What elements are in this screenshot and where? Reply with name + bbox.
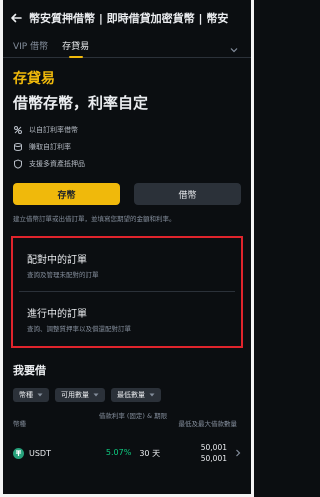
feature-item: 支援多資產抵押品	[13, 157, 241, 171]
loan-term: 30 天	[139, 448, 161, 458]
caret-down-icon	[37, 392, 43, 398]
caret-down-icon	[149, 392, 155, 398]
feature-text: 以自訂利率借幣	[29, 126, 78, 134]
table-header: 幣種 借款利率 (固定) & 期限 最低及最大借款數量	[3, 412, 251, 428]
interest-rate: 5.07%	[105, 447, 132, 457]
table-row[interactable]: USDT 5.07% 30 天 50,001 50,001	[3, 442, 251, 464]
deposit-button[interactable]: 存幣	[13, 183, 120, 205]
filter-label: 最低數量	[117, 391, 145, 399]
filter-bar: 幣種 可用數量 最低數量	[13, 388, 241, 402]
usdt-icon	[13, 447, 24, 459]
column-header-rate: 借款利率 (固定) & 期限	[98, 412, 168, 420]
back-arrow-icon[interactable]	[9, 11, 23, 25]
tab-vip-loan[interactable]: VIP 借幣	[13, 39, 48, 57]
filter-label: 幣種	[19, 391, 33, 399]
asset-name: USDT	[29, 448, 51, 458]
hero-section: 存貸易 借幣存幣，利率自定 以自訂利率借幣 賺取自訂利率 支援多資產抵押品	[3, 58, 251, 171]
min-amount: 50,001	[200, 443, 227, 452]
filter-available-amount[interactable]: 可用數量	[55, 388, 105, 402]
card-subtitle: 查詢及管理未配對的訂單	[27, 271, 99, 279]
chevron-right-icon	[231, 449, 241, 457]
pending-orders-card[interactable]: 配對中的訂單 查詢及管理未配對的訂單	[19, 238, 235, 291]
card-title: 配對中的訂單	[27, 255, 87, 266]
feature-item: 以自訂利率借幣	[13, 123, 241, 137]
orders-panel: 配對中的訂單 查詢及管理未配對的訂單 進行中的訂單 查詢、調整質押率以及償還配對…	[11, 236, 243, 348]
app-screen: 幣安質押借幣 | 即時借貸加密貨幣 | 幣安 VIP 借幣 存貸易 存貸易 借幣…	[0, 0, 254, 497]
filter-min-amount[interactable]: 最低數量	[111, 388, 161, 402]
filter-coin[interactable]: 幣種	[13, 388, 49, 402]
active-orders-card[interactable]: 進行中的訂單 查詢、調整質押率以及償還配對訂單	[19, 291, 235, 344]
tab-flexible-lending[interactable]: 存貸易	[62, 39, 89, 57]
borrow-section: 我要借 幣種 可用數量 最低數量	[3, 362, 251, 402]
tab-bar: VIP 借幣 存貸易	[3, 35, 251, 58]
card-subtitle: 查詢、調整質押率以及償還配對訂單	[27, 325, 131, 333]
column-header-asset: 幣種	[13, 420, 26, 428]
coin-stack-icon	[13, 142, 23, 152]
feature-list: 以自訂利率借幣 賺取自訂利率 支援多資產抵押品	[13, 123, 241, 171]
caret-down-icon	[93, 392, 99, 398]
action-buttons: 存幣 借幣	[3, 183, 251, 205]
chevron-down-icon[interactable]	[229, 40, 239, 53]
product-brand: 存貸易	[13, 71, 55, 87]
top-bar: 幣安質押借幣 | 即時借貸加密貨幣 | 幣安	[3, 0, 251, 35]
amount-cell: 50,001 50,001	[175, 442, 227, 464]
section-title: 我要借	[13, 364, 46, 377]
page-title: 幣安質押借幣 | 即時借貸加密貨幣 | 幣安	[29, 11, 229, 25]
percent-icon	[13, 125, 23, 135]
asset-cell: USDT	[13, 447, 91, 459]
column-header-amount: 最低及最大借款數量	[178, 420, 238, 428]
max-amount: 50,001	[200, 454, 227, 463]
borrow-button[interactable]: 借幣	[134, 183, 241, 205]
feature-text: 賺取自訂利率	[29, 143, 71, 151]
product-tagline: 借幣存幣，利率自定	[13, 94, 149, 112]
feature-text: 支援多資產抵押品	[29, 160, 85, 168]
rate-cell: 5.07% 30 天	[91, 448, 175, 459]
feature-item: 賺取自訂利率	[13, 140, 241, 154]
shield-icon	[13, 159, 23, 169]
card-title: 進行中的訂單	[27, 309, 87, 320]
instruction-text: 建立借幣訂單或出借訂單，並填寫您期望的金額和利率。	[13, 215, 176, 223]
filter-label: 可用數量	[61, 391, 89, 399]
